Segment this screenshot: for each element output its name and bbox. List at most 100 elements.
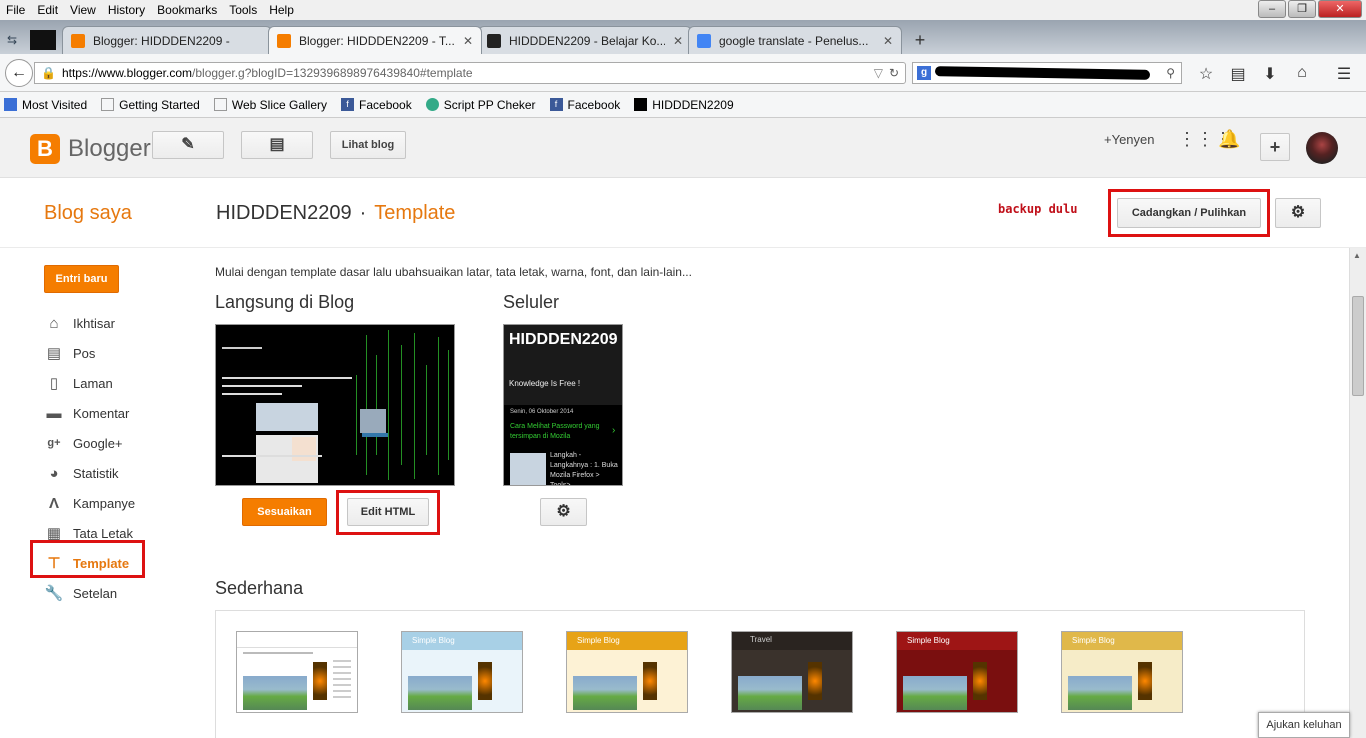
simple-templates-gallery: Simple Blog Simple Blog Travel Simple Bl… [215,610,1305,738]
url-bar[interactable]: 🔒 https://www.blogger.com /blogger.g?blo… [34,62,906,84]
scroll-up-icon[interactable]: ▲ [1353,251,1361,260]
reload-icon[interactable]: ↻ [889,66,899,80]
menu-view[interactable]: View [64,3,102,17]
home-page-icon[interactable]: ⌂ [1286,64,1318,84]
menu-edit[interactable]: Edit [31,3,64,17]
tab-blogger-template[interactable]: Blogger: HIDDDEN2209 - T... ✕ [268,26,482,54]
tab-blogger-1[interactable]: Blogger: HIDDDEN2209 - [62,26,272,54]
search-bar[interactable]: g ⚲ [912,62,1182,84]
simple-template-thumb[interactable]: Simple Blog [566,631,688,713]
google-favicon-icon [697,33,711,48]
sidebar-item-laman[interactable]: ▯ Laman [44,368,135,398]
mobile-settings-gear-icon[interactable]: ⚙ [540,498,587,526]
menu-file[interactable]: File [0,3,31,17]
tab-title: Blogger: HIDDDEN2209 - T... [299,33,455,48]
live-preview-graphic [216,325,454,485]
user-name-link[interactable]: +Yenyen [1104,132,1155,147]
view-blog-button[interactable]: Lihat blog [330,131,406,159]
tab-google-translate[interactable]: google translate - Penelus... ✕ [688,26,902,54]
page-scrollbar[interactable]: ▲ [1349,248,1366,738]
customize-button[interactable]: Sesuaikan [242,498,327,526]
my-blogs-link[interactable]: Blog saya [44,202,132,225]
sidebar-item-komentar[interactable]: ▬ Komentar [44,398,135,428]
blog-favicon-icon [487,33,501,48]
dropdown-arrow-icon[interactable]: ▽ [874,66,883,80]
sidebar-item-ikhtisar[interactable]: ⌂ Ikhtisar [44,308,135,338]
tab-close-icon[interactable]: ✕ [883,34,893,48]
url-path: /blogger.g?blogID=1329396898976439840#te… [192,66,473,80]
breadcrumb: HIDDDEN2209 · Template [216,202,455,225]
bookmark-getting-started[interactable]: Getting Started [101,98,200,112]
mobile-preview-image [510,453,546,485]
bookmark-script-pp-cheker[interactable]: Script PP Cheker [425,98,536,112]
blogger-logo[interactable]: B Blogger [30,134,151,164]
toolbar-icons: ☆ ▤ ⬇ ⌂ ☰ [1190,64,1360,84]
backup-restore-button[interactable]: Cadangkan / Pulihkan [1117,198,1261,228]
edit-html-button[interactable]: Edit HTML [347,498,429,526]
tab-hidddden-blog[interactable]: HIDDDEN2209 - Belajar Ko... ✕ [478,26,692,54]
back-arrow-icon[interactable]: ← [5,59,33,87]
template-highlight-box [30,540,145,578]
simple-template-thumb[interactable]: Simple Blog [401,631,523,713]
sidebar-item-statistik[interactable]: ◕ Statistik [44,458,135,488]
wrench-icon: 🔧 [44,585,64,602]
mobile-preview-excerpt: Langkah - Langkahnya : 1. Buka Mozila Fi… [550,452,618,486]
sidebar-item-label: Pos [73,345,96,361]
tab-close-icon[interactable]: ✕ [673,34,683,48]
new-post-button[interactable]: Entri baru [44,265,119,293]
pinned-tab-icon[interactable] [30,30,56,50]
bookmark-label: Facebook [359,97,412,112]
bookmark-label: Most Visited [22,97,88,112]
template-label: Simple Blog [577,636,620,645]
mobile-template-preview[interactable]: HIDDDEN2209 Knowledge Is Free ! Senin, 0… [503,324,623,486]
bookmark-most-visited[interactable]: Most Visited [4,98,87,112]
scrollbar-thumb[interactable] [1352,296,1364,396]
bookmark-facebook-1[interactable]: f Facebook [341,98,412,112]
sidebar-item-kampanye[interactable]: Λ Kampanye [44,488,135,518]
simple-template-thumb[interactable]: Simple Blog [1061,631,1183,713]
simple-template-thumb[interactable] [236,631,358,713]
menu-bookmarks[interactable]: Bookmarks [151,3,223,17]
tab-close-icon[interactable]: ✕ [463,34,473,48]
sidebar-item-google-plus[interactable]: g+ Google+ [44,428,135,458]
simple-template-thumb[interactable]: Travel [731,631,853,713]
menu-hamburger-icon[interactable]: ☰ [1328,64,1360,84]
tab-scroll-left-icon[interactable]: ⇆ [0,26,24,54]
bookmark-label: Facebook [567,97,621,112]
facebook-icon: f [549,98,563,111]
settings-gear-icon[interactable]: ⚙ [1275,198,1321,228]
bookmark-label: Web Slice Gallery [231,97,328,112]
minimize-button[interactable]: – [1258,0,1286,18]
mobile-preview-date: Senin, 06 Oktober 2014 [510,409,574,415]
close-window-button[interactable]: ✕ [1318,0,1362,18]
sidebar-item-pos[interactable]: ▤ Pos [44,338,135,368]
home-icon: ⌂ [49,314,59,332]
bookmark-web-slice-gallery[interactable]: Web Slice Gallery [213,97,328,112]
feedback-button[interactable]: Ajukan keluhan [1258,712,1350,738]
avatar[interactable] [1306,132,1338,164]
notification-bell-icon[interactable]: 🔔 [1218,129,1240,150]
sidebar-item-label: Kampanye [73,495,136,511]
downloads-icon[interactable]: ⬇ [1254,64,1286,84]
tab-title: google translate - Penelus... [719,33,869,48]
mobile-preview-title: HIDDDEN2209 [509,331,618,348]
new-tab-icon[interactable]: + [904,26,936,54]
simple-template-thumb[interactable]: Simple Blog [896,631,1018,713]
chevron-right-icon: › [612,425,616,436]
mobile-preview-tagline: Knowledge Is Free ! [509,379,581,388]
menu-help[interactable]: Help [263,3,300,17]
brand-name: Blogger [68,135,151,162]
add-plus-icon[interactable]: + [1260,133,1290,161]
menu-history[interactable]: History [102,3,151,17]
posts-list-button[interactable]: ▤ [241,131,313,159]
bookmark-facebook-2[interactable]: f Facebook [549,97,621,112]
new-post-pencil-button[interactable]: ✎ [152,131,224,159]
bookmarks-list-icon[interactable]: ▤ [1222,64,1254,84]
live-template-preview[interactable] [215,324,455,486]
maximize-button[interactable]: ❐ [1288,0,1316,18]
bookmark-hidddden[interactable]: HIDDDEN2209 [634,98,734,112]
search-icon[interactable]: ⚲ [1166,66,1175,80]
menu-tools[interactable]: Tools [223,3,263,17]
sidebar-item-setelan[interactable]: 🔧 Setelan [44,578,135,608]
bookmark-star-icon[interactable]: ☆ [1190,64,1222,84]
